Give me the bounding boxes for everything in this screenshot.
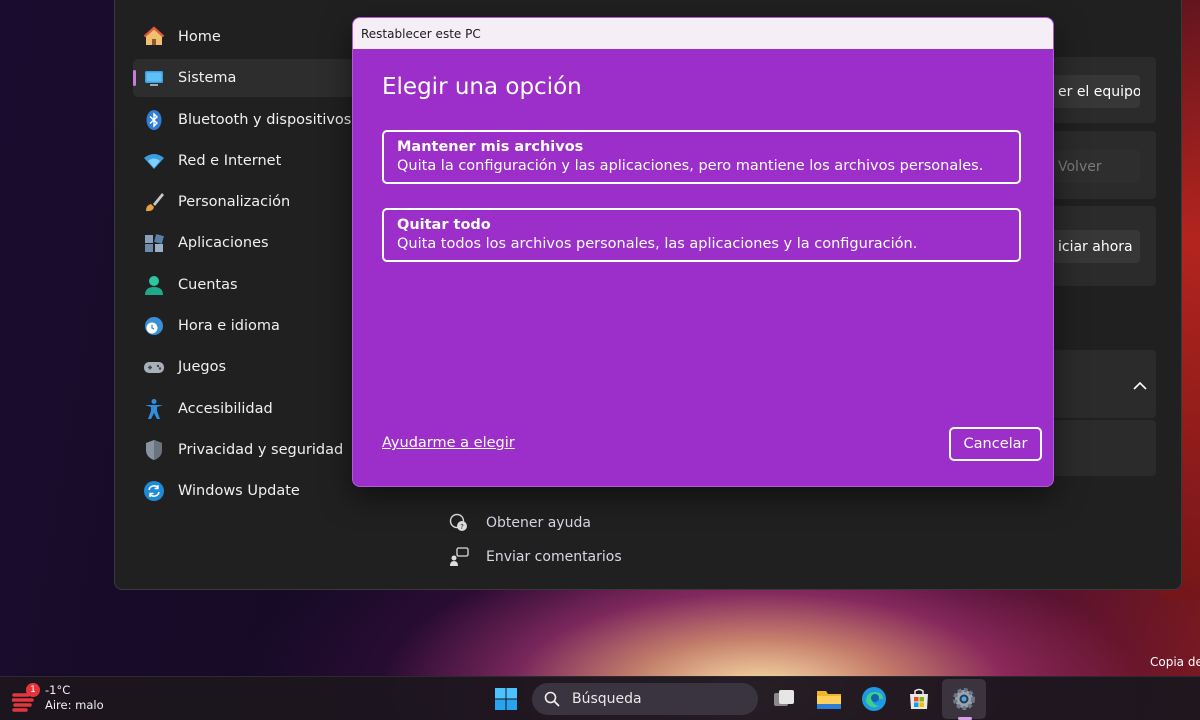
feedback-icon bbox=[448, 546, 470, 568]
nav-item-windows-update[interactable]: Windows Update bbox=[133, 472, 363, 510]
help-icon: ? bbox=[448, 512, 470, 534]
nav-item-cuentas[interactable]: Cuentas bbox=[133, 266, 363, 304]
apps-icon bbox=[143, 232, 165, 254]
nav-label: Sistema bbox=[178, 70, 237, 87]
keep-files-option[interactable]: Mantener mis archivos Quita la configura… bbox=[382, 130, 1021, 184]
weather-widget[interactable]: 1 -1°C Aire: malo bbox=[12, 683, 104, 713]
nav-item-red[interactable]: Red e Internet bbox=[133, 142, 363, 180]
taskbar: 1 -1°C Aire: malo Búsqueda bbox=[0, 676, 1200, 720]
expand-card[interactable] bbox=[1040, 350, 1156, 418]
file-explorer-icon[interactable] bbox=[815, 685, 843, 713]
taskbar-search[interactable]: Búsqueda bbox=[532, 683, 758, 715]
nav-item-juegos[interactable]: Juegos bbox=[133, 348, 363, 386]
nav-label: Hora e idioma bbox=[178, 318, 280, 335]
weather-badge: 1 bbox=[26, 683, 40, 697]
account-icon bbox=[143, 274, 165, 296]
desktop-copy-text: Copia de bbox=[1150, 655, 1200, 669]
edge-icon[interactable] bbox=[860, 685, 888, 713]
go-back-button[interactable]: Volver bbox=[1050, 150, 1140, 183]
search-icon bbox=[544, 691, 560, 707]
gamepad-icon bbox=[143, 356, 165, 378]
get-help-link[interactable]: ? Obtener ayuda bbox=[448, 512, 591, 534]
restart-now-button[interactable]: iciar ahora bbox=[1050, 230, 1140, 263]
dialog-heading: Elegir una opción bbox=[382, 74, 582, 100]
start-icon[interactable] bbox=[492, 685, 520, 713]
task-view-icon[interactable] bbox=[770, 685, 798, 713]
cancel-button[interactable]: Cancelar bbox=[949, 427, 1042, 461]
reset-pc-dialog: Restablecer este PC Elegir una opción Ma… bbox=[352, 17, 1054, 487]
nav-item-hora[interactable]: Hora e idioma bbox=[133, 307, 363, 345]
update-icon bbox=[143, 480, 165, 502]
remove-everything-option[interactable]: Quitar todo Quita todos los archivos per… bbox=[382, 208, 1021, 262]
nav-label: Red e Internet bbox=[178, 152, 282, 169]
help-me-choose-link[interactable]: Ayudarme a elegir bbox=[382, 435, 515, 451]
accessibility-icon bbox=[143, 398, 165, 420]
nav-item-privacidad[interactable]: Privacidad y seguridad bbox=[133, 431, 363, 469]
nav-item-home[interactable]: Home bbox=[133, 18, 363, 56]
nav-label: Home bbox=[178, 29, 221, 45]
option-title: Mantener mis archivos bbox=[397, 139, 584, 155]
search-placeholder: Búsqueda bbox=[572, 691, 642, 707]
brush-icon bbox=[143, 191, 165, 213]
settings-icon[interactable] bbox=[950, 685, 978, 713]
air-quality-icon: 1 bbox=[12, 683, 40, 713]
nav-label: Accesibilidad bbox=[178, 400, 273, 417]
nav-label: Personalización bbox=[178, 194, 291, 211]
nav-label: Windows Update bbox=[178, 483, 300, 500]
send-feedback-link[interactable]: Enviar comentarios bbox=[448, 546, 622, 568]
weather-text: -1°C Aire: malo bbox=[45, 683, 104, 713]
nav-label: Cuentas bbox=[178, 276, 238, 293]
nav-item-personalizacion[interactable]: Personalización bbox=[133, 183, 363, 221]
shield-icon bbox=[143, 439, 165, 461]
send-feedback-label: Enviar comentarios bbox=[486, 549, 622, 565]
reset-pc-button[interactable]: er el equipo bbox=[1050, 75, 1140, 108]
option-title: Quitar todo bbox=[397, 217, 491, 233]
store-icon[interactable] bbox=[905, 685, 933, 713]
clock-globe-icon bbox=[143, 315, 165, 337]
dialog-titlebar: Restablecer este PC bbox=[353, 18, 1053, 49]
bluetooth-icon bbox=[143, 109, 165, 131]
chevron-up-icon bbox=[1133, 376, 1147, 395]
system-icon bbox=[143, 67, 165, 89]
svg-text:?: ? bbox=[460, 523, 464, 531]
nav-label: Aplicaciones bbox=[178, 235, 269, 252]
get-help-label: Obtener ayuda bbox=[486, 515, 591, 531]
expand-card-body bbox=[1040, 420, 1156, 476]
nav-item-sistema[interactable]: Sistema bbox=[133, 59, 363, 98]
option-description: Quita todos los archivos personales, las… bbox=[397, 236, 918, 252]
nav-label: Juegos bbox=[178, 359, 227, 376]
weather-temp: -1°C bbox=[45, 683, 71, 697]
nav-item-accesibilidad[interactable]: Accesibilidad bbox=[133, 390, 363, 428]
wifi-icon bbox=[143, 150, 165, 172]
settings-nav: Home Sistema Bluetooth y dispositivos Re… bbox=[133, 18, 363, 514]
option-description: Quita la configuración y las aplicacione… bbox=[397, 158, 984, 174]
weather-desc: Aire: malo bbox=[45, 698, 104, 712]
nav-item-bluetooth[interactable]: Bluetooth y dispositivos bbox=[133, 101, 363, 139]
nav-label: Privacidad y seguridad bbox=[178, 441, 344, 458]
nav-label: Bluetooth y dispositivos bbox=[178, 111, 352, 128]
nav-item-aplicaciones[interactable]: Aplicaciones bbox=[133, 224, 363, 262]
home-icon bbox=[143, 26, 165, 48]
